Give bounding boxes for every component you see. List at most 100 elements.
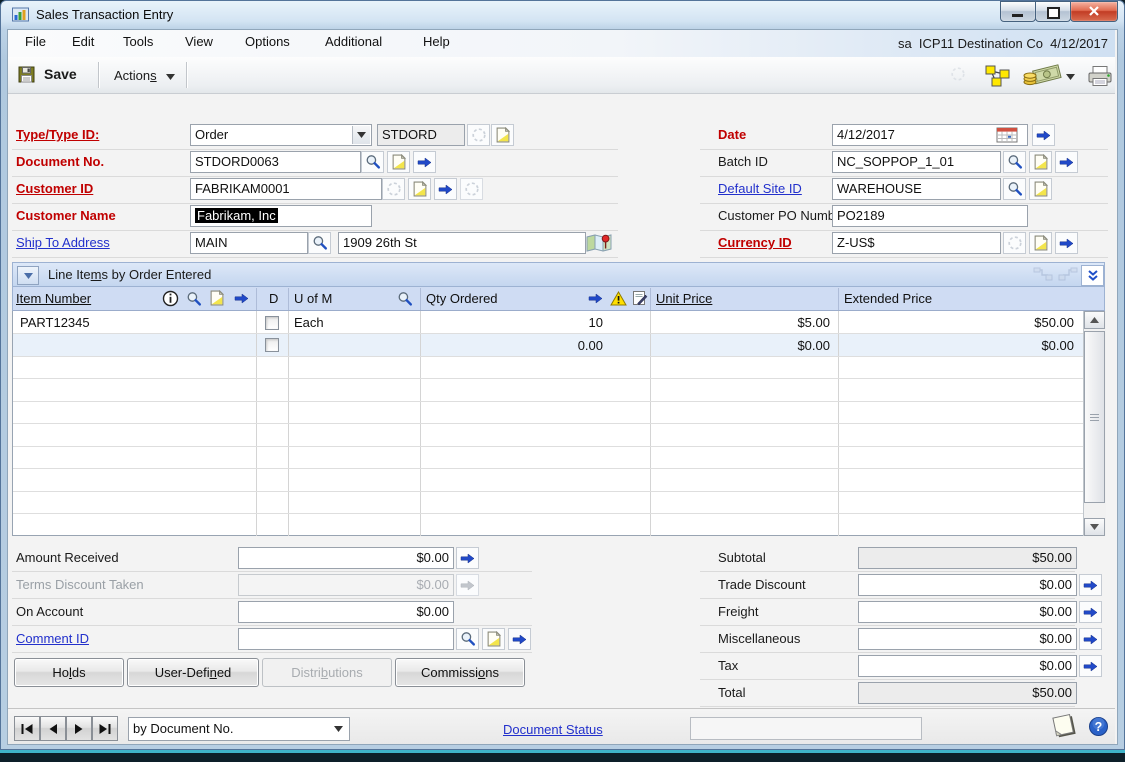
actions-button[interactable]: Actions — [114, 68, 157, 83]
document-no-lookup-button[interactable] — [361, 151, 384, 173]
info-icon[interactable] — [162, 290, 179, 307]
cell-unit-price[interactable]: $5.00 — [650, 314, 830, 332]
notes-icon[interactable] — [1048, 712, 1080, 742]
menu-additional[interactable]: Additional — [325, 34, 382, 49]
customer-id-label[interactable]: Customer ID — [16, 181, 93, 196]
cell-unit-price[interactable]: $0.00 — [650, 337, 830, 355]
nav-last-button[interactable] — [92, 716, 118, 741]
ship-to-lookup-button[interactable] — [308, 232, 331, 254]
currency-caret-icon[interactable] — [1066, 74, 1075, 80]
ship-to-code-field[interactable]: MAIN — [190, 232, 308, 254]
currency-expand-button[interactable] — [1055, 232, 1078, 254]
batch-id-field[interactable]: NC_SOPPOP_1_01 — [832, 151, 1001, 173]
comment-icon[interactable] — [632, 290, 648, 306]
batch-lookup-button[interactable] — [1003, 151, 1026, 173]
comment-note-button[interactable] — [482, 628, 505, 650]
ship-to-address-link[interactable]: Ship To Address — [16, 235, 110, 250]
currency-tool-icon[interactable] — [1022, 62, 1064, 88]
warning-icon[interactable] — [610, 291, 627, 306]
comment-id-field[interactable] — [238, 628, 454, 650]
cell-extended-price[interactable]: $50.00 — [838, 314, 1074, 332]
menu-file[interactable]: File — [25, 34, 46, 49]
hierarchy-icon[interactable] — [984, 64, 1012, 88]
document-no-expand-button[interactable] — [413, 151, 436, 173]
tax-field[interactable]: $0.00 — [858, 655, 1077, 677]
trade-discount-field[interactable]: $0.00 — [858, 574, 1077, 596]
type-id-note-button[interactable] — [491, 124, 514, 146]
default-site-link[interactable]: Default Site ID — [718, 181, 802, 196]
customer-id-note-button[interactable] — [408, 178, 431, 200]
menu-tools[interactable]: Tools — [123, 34, 153, 49]
drop-ship-checkbox[interactable] — [265, 316, 279, 330]
nav-previous-button[interactable] — [40, 716, 66, 741]
batch-expand-button[interactable] — [1055, 151, 1078, 173]
miscellaneous-field[interactable]: $0.00 — [858, 628, 1077, 650]
cell-item-number[interactable]: PART12345 — [20, 314, 90, 332]
freight-expand-button[interactable] — [1079, 601, 1102, 623]
menu-view[interactable]: View — [185, 34, 213, 49]
menu-help[interactable]: Help — [423, 34, 450, 49]
site-lookup-button[interactable] — [1003, 178, 1026, 200]
print-icon[interactable] — [1086, 64, 1114, 88]
commissions-button[interactable]: Commissions — [395, 658, 525, 687]
currency-note-button[interactable] — [1029, 232, 1052, 254]
arrow-right-icon[interactable] — [588, 293, 603, 304]
column-item-number[interactable]: Item Number — [16, 291, 91, 306]
map-pin-icon[interactable] — [586, 233, 612, 253]
nav-next-button[interactable] — [66, 716, 92, 741]
miscellaneous-expand-button[interactable] — [1079, 628, 1102, 650]
cell-extended-price[interactable]: $0.00 — [838, 337, 1074, 355]
comment-id-link[interactable]: Comment ID — [16, 631, 89, 646]
type-dropdown[interactable]: Order — [190, 124, 372, 146]
amount-received-field[interactable]: $0.00 — [238, 547, 454, 569]
document-no-field[interactable]: STDORD0063 — [190, 151, 361, 173]
comment-lookup-button[interactable] — [456, 628, 479, 650]
close-button[interactable] — [1070, 1, 1118, 22]
date-expand-button[interactable] — [1032, 124, 1055, 146]
maximize-button[interactable] — [1035, 1, 1071, 22]
customer-po-field[interactable]: PO2189 — [832, 205, 1028, 227]
sort-by-dropdown[interactable]: by Document No. — [128, 717, 350, 741]
chevron-down-icon[interactable] — [352, 126, 370, 144]
expand-grid-button[interactable] — [1081, 265, 1104, 286]
scrollbar-thumb[interactable] — [1084, 331, 1105, 503]
customer-id-field[interactable]: FABRIKAM0001 — [190, 178, 382, 200]
document-no-note-button[interactable] — [387, 151, 410, 173]
arrow-right-icon[interactable] — [234, 293, 249, 304]
search-icon[interactable] — [186, 291, 202, 307]
scroll-up-button[interactable] — [1084, 311, 1105, 329]
drop-ship-checkbox[interactable] — [265, 338, 279, 352]
cell-uofm[interactable]: Each — [294, 314, 324, 332]
actions-caret-icon[interactable] — [166, 74, 175, 80]
cell-qty[interactable]: 0.00 — [420, 337, 603, 355]
amount-received-expand-button[interactable] — [456, 547, 479, 569]
note-icon[interactable] — [210, 290, 224, 306]
calendar-icon[interactable] — [996, 127, 1018, 143]
type-id-field[interactable]: STDORD — [377, 124, 465, 146]
ship-to-address-field[interactable]: 1909 26th St — [338, 232, 586, 254]
search-icon[interactable] — [397, 291, 413, 307]
site-id-field[interactable]: WAREHOUSE — [832, 178, 1001, 200]
tax-expand-button[interactable] — [1079, 655, 1102, 677]
nav-first-button[interactable] — [14, 716, 40, 741]
menu-edit[interactable]: Edit — [72, 34, 94, 49]
menu-options[interactable]: Options — [245, 34, 290, 49]
currency-id-field[interactable]: Z-US$ — [832, 232, 1001, 254]
customer-name-field[interactable]: Fabrikam, Inc — [190, 205, 372, 227]
customer-id-expand-button[interactable] — [434, 178, 457, 200]
cell-qty[interactable]: 10 — [420, 314, 603, 332]
comment-expand-button[interactable] — [508, 628, 531, 650]
trade-expand-button[interactable] — [1079, 574, 1102, 596]
holds-button[interactable]: Holds — [14, 658, 124, 687]
freight-field[interactable]: $0.00 — [858, 601, 1077, 623]
currency-id-label[interactable]: Currency ID — [718, 235, 792, 250]
minimize-button[interactable] — [1000, 1, 1036, 22]
user-defined-button[interactable]: User-Defined — [127, 658, 259, 687]
document-status-link[interactable]: Document Status — [503, 722, 603, 737]
site-note-button[interactable] — [1029, 178, 1052, 200]
type-label[interactable]: Type/Type ID: — [16, 127, 99, 142]
line-items-dropdown-button[interactable] — [17, 266, 39, 285]
column-unit-price[interactable]: Unit Price — [656, 291, 712, 306]
save-button[interactable]: Save — [44, 66, 77, 82]
scroll-down-button[interactable] — [1084, 518, 1105, 536]
